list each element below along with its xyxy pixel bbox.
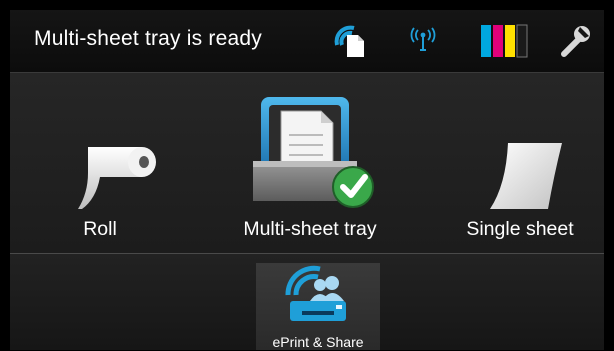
media-selection-panel: Roll Multi-sheet tray Single sheet <box>10 73 604 253</box>
device-frame: Multi-sheet tray is ready Roll Multi-she… <box>0 0 614 351</box>
tray-icon <box>253 97 374 208</box>
media-single-sheet-button[interactable]: Single sheet <box>440 73 600 253</box>
wireless-icon[interactable] <box>408 26 438 59</box>
media-single-sheet-label: Single sheet <box>466 218 574 240</box>
single-sheet-icon <box>490 143 562 209</box>
eprint-share-button[interactable]: ePrint & Share <box>256 263 380 350</box>
media-roll-label: Roll <box>83 218 117 240</box>
paper-roll-icon <box>78 147 156 209</box>
media-multi-sheet-tray-button[interactable]: Multi-sheet tray <box>220 73 400 253</box>
ink-cartridges-icon[interactable] <box>480 23 528 64</box>
control-panel-screen: Multi-sheet tray is ready Roll Multi-she… <box>10 10 604 350</box>
media-roll-button[interactable]: Roll <box>30 73 170 253</box>
status-message: Multi-sheet tray is ready <box>34 27 262 50</box>
wrench-icon[interactable] <box>558 24 592 63</box>
eprint-share-label: ePrint & Share <box>272 334 364 350</box>
network-paper-icon[interactable] <box>332 23 368 64</box>
status-bar: Multi-sheet tray is ready <box>10 10 604 73</box>
eprint-share-icon <box>285 265 346 321</box>
apps-row: ePrint & Share <box>10 254 604 350</box>
media-multi-sheet-tray-label: Multi-sheet tray <box>243 218 377 240</box>
